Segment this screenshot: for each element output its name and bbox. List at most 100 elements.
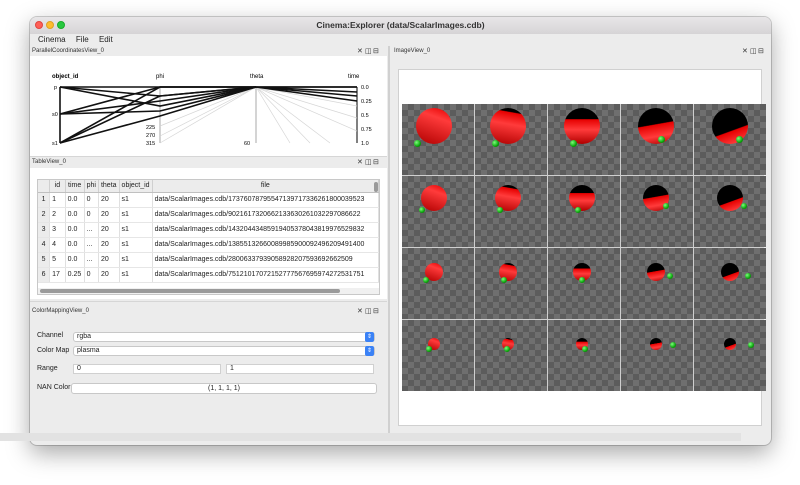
window-title: Cinema:Explorer (data/ScalarImages.cdb) [316,20,485,30]
image-thumbnail[interactable] [402,320,474,391]
range-min-input[interactable]: 0 [73,364,221,374]
sphere-render [658,136,665,143]
split-vertical-icon[interactable]: ◫ [365,158,373,167]
sphere-render [416,108,452,144]
sphere-render [426,346,432,352]
image-thumbnail[interactable] [402,248,474,319]
image-thumbnail[interactable] [402,176,474,247]
close-icon[interactable]: ✕ [357,307,365,316]
horizontal-scrollbar[interactable] [38,288,379,294]
column-header-phi[interactable]: phi [84,180,99,193]
sphere-render [501,277,507,283]
split-horizontal-icon[interactable]: ⊟ [373,47,381,56]
parallel-coords-plot[interactable]: object_id phi theta time p s0 s1 225 270… [30,56,387,156]
parallel-coords-view[interactable]: object_id phi theta time p s0 s1 225 270… [30,56,387,156]
column-header-file[interactable]: file [152,180,379,193]
sphere-render [736,136,743,143]
nan-color-button[interactable]: (1, 1, 1, 1) [71,383,377,394]
image-thumbnail[interactable] [621,320,693,391]
image-thumbnail[interactable] [548,320,620,391]
colormap-select[interactable]: plasma ⇕ [73,346,375,356]
table-row[interactable]: 6 17 0.25 0 20 s1 data/ScalarImages.cdb/751210… [38,267,379,283]
sphere-render [670,342,676,348]
row-number: 1 [38,192,51,208]
sphere-render [414,140,421,147]
split-vertical-icon[interactable]: ◫ [365,47,373,56]
table-row[interactable]: 5 5 0.0... 20 s1 data/ScalarImages.cdb/280063… [38,252,379,268]
image-thumbnail[interactable] [548,248,620,319]
table-cell: data/ScalarImages.cdb/751210170721527775… [152,267,379,283]
sphere-render [745,273,751,279]
image-thumbnail[interactable] [548,176,620,247]
image-thumbnail[interactable] [621,176,693,247]
table-row[interactable]: 2 2 0.0 0 20 s1 data/ScalarImages.cdb/90216173… [38,207,379,223]
image-thumbnail[interactable] [621,248,693,319]
sphere-render [647,263,665,281]
divider[interactable] [30,156,387,157]
close-window-button[interactable] [35,21,43,29]
image-thumbnail[interactable] [402,104,474,175]
colormap-label: Color Map [37,347,70,354]
vertical-scrollbar-thumb[interactable] [374,182,378,192]
sphere-render [582,346,588,352]
channel-value: rgba [77,333,92,340]
close-icon[interactable]: ✕ [357,47,365,56]
tick-p: p [54,85,57,91]
column-header-theta[interactable]: theta [98,180,120,193]
table-row[interactable]: 3 3 0.0... 20 s1 data/ScalarImages.cdb/143204… [38,222,379,238]
close-icon[interactable]: ✕ [357,158,365,167]
colormap-panel-header: ColorMappingView_0 ✕◫⊟ [30,307,384,316]
sphere-render [579,277,585,283]
image-thumbnail[interactable] [694,104,766,175]
menu-file[interactable]: File [76,34,89,46]
image-thumbnail[interactable] [475,176,547,247]
split-vertical-icon[interactable]: ◫ [365,307,373,316]
split-horizontal-icon[interactable]: ⊟ [758,47,766,56]
image-thumbnail[interactable] [548,104,620,175]
image-thumbnail[interactable] [694,320,766,391]
range-max-input[interactable]: 1 [226,364,374,374]
tick-315: 315 [146,141,155,147]
table-cell: 0 [84,192,99,208]
image-view[interactable] [398,69,766,426]
scrollbar-thumb[interactable] [40,289,340,293]
table-cell: 3 [49,222,66,238]
split-horizontal-icon[interactable]: ⊟ [373,158,381,167]
table-panel-title: TableView_0 [32,159,66,165]
image-thumbnail[interactable] [694,176,766,247]
parallel-panel-title: ParallelCoordinatesView_0 [32,48,104,54]
image-thumbnail[interactable] [475,320,547,391]
menu-cinema[interactable]: Cinema [38,34,66,46]
zoom-window-button[interactable] [57,21,65,29]
column-header-index [38,180,51,193]
table-cell: s1 [119,252,153,268]
column-header-time[interactable]: time [65,180,85,193]
image-thumbnail[interactable] [475,248,547,319]
column-header-id[interactable]: id [49,180,66,193]
image-grid [402,104,766,391]
image-thumbnail[interactable] [694,248,766,319]
sphere-render [492,140,499,147]
sphere-render [748,342,754,348]
data-table[interactable]: id time phi theta object_id file 1 1 0.0 0 2… [37,179,380,295]
menu-edit[interactable]: Edit [99,34,113,46]
sphere-render [564,108,600,144]
table-cell: s1 [119,192,153,208]
channel-select[interactable]: rgba ⇕ [73,332,375,342]
split-vertical-icon[interactable]: ◫ [750,47,758,56]
minimize-window-button[interactable] [46,21,54,29]
title-bar: Cinema:Explorer (data/ScalarImages.cdb) [30,17,771,34]
split-horizontal-icon[interactable]: ⊟ [373,307,381,316]
table-row[interactable]: 4 4 0.0... 20 s1 data/ScalarImages.cdb/138551… [38,237,379,253]
divider[interactable] [30,301,387,302]
close-icon[interactable]: ✕ [742,47,750,56]
colormap-value: plasma [77,347,100,354]
image-thumbnail[interactable] [475,104,547,175]
image-thumbnail[interactable] [621,104,693,175]
table-cell: data/ScalarImages.cdb/143204434859194053… [152,222,379,238]
panel-splitter[interactable] [388,46,390,433]
table-cell: 4 [49,237,66,253]
column-header-object-id[interactable]: object_id [119,180,153,193]
axis-label-time: time [348,74,360,80]
table-row[interactable]: 1 1 0.0 0 20 s1 data/ScalarImages.cdb/17376078… [38,192,379,208]
